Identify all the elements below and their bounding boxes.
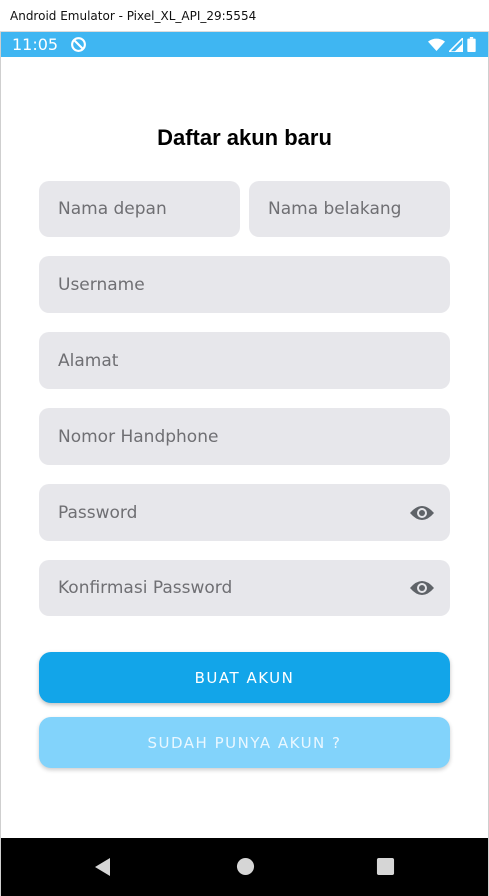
phone-placeholder: Nomor Handphone — [58, 426, 219, 447]
window-title-text: Android Emulator - Pixel_XL_API_29:5554 — [10, 8, 257, 23]
username-placeholder: Username — [58, 274, 145, 295]
confirm-password-field[interactable]: Konfirmasi Password — [39, 560, 450, 616]
password-field[interactable]: Password — [39, 484, 450, 541]
emulator-window-title: Android Emulator - Pixel_XL_API_29:5554 — [0, 0, 489, 32]
username-field[interactable]: Username — [39, 256, 450, 313]
back-icon[interactable] — [93, 857, 113, 877]
status-bar: 11:05 — [1, 32, 488, 57]
recents-icon[interactable] — [376, 857, 395, 876]
status-time: 11:05 — [12, 35, 59, 54]
address-field[interactable]: Alamat — [39, 332, 450, 389]
password-visibility-toggle[interactable] — [408, 503, 436, 523]
data-saver-icon — [71, 37, 87, 52]
navigation-bar — [1, 838, 488, 896]
first-name-placeholder: Nama depan — [58, 199, 167, 219]
cell-signal-icon — [449, 37, 463, 52]
phone-field[interactable]: Nomor Handphone — [39, 408, 450, 465]
confirm-password-placeholder: Konfirmasi Password — [58, 578, 233, 598]
home-icon[interactable] — [236, 857, 255, 876]
address-placeholder: Alamat — [58, 350, 119, 371]
eye-icon — [410, 505, 434, 520]
last-name-field[interactable]: Nama belakang — [249, 181, 450, 237]
password-placeholder: Password — [58, 502, 138, 523]
battery-icon — [467, 37, 476, 52]
last-name-placeholder: Nama belakang — [268, 199, 402, 219]
page-title: Daftar akun baru — [157, 125, 332, 150]
already-have-account-button[interactable]: SUDAH PUNYA AKUN ? — [39, 717, 450, 768]
eye-icon — [410, 581, 434, 595]
confirm-password-visibility-toggle[interactable] — [408, 578, 436, 598]
wifi-icon — [428, 38, 445, 51]
first-name-field[interactable]: Nama depan — [39, 181, 240, 237]
create-account-button[interactable]: BUAT AKUN — [39, 652, 450, 703]
